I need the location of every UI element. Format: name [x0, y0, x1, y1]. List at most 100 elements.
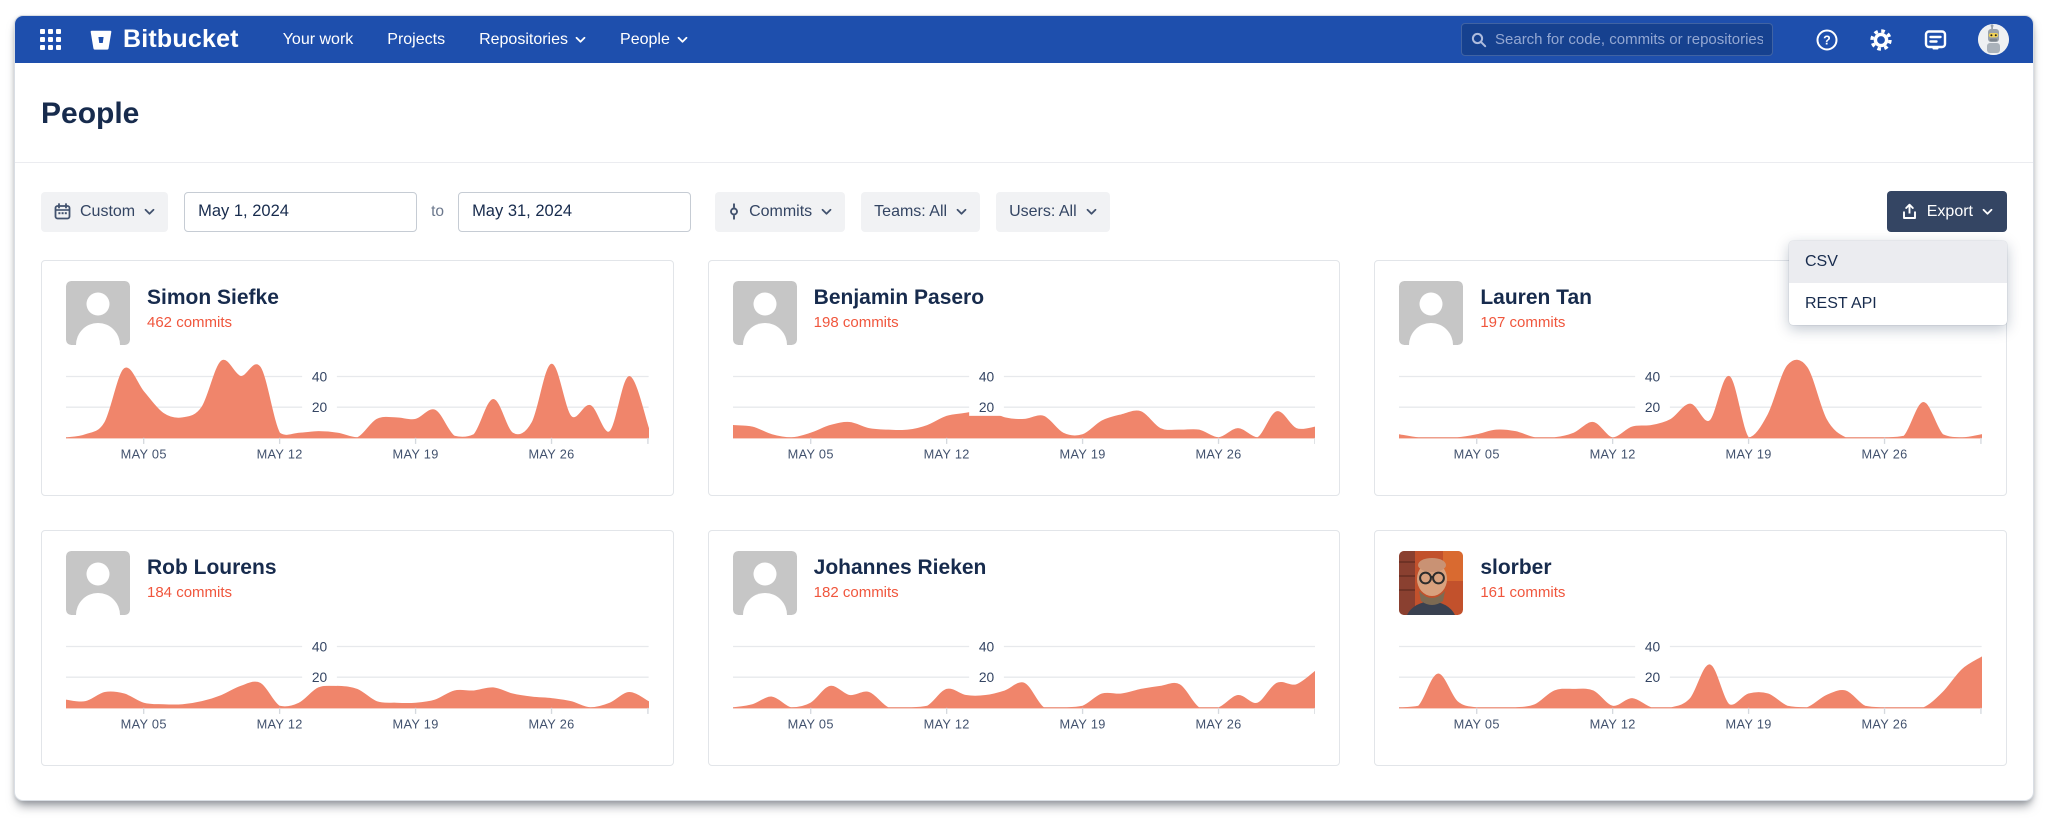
nav-right-cluster: ?	[1461, 23, 2009, 56]
people-cards-grid: Simon Siefke 462 commits 40 20 MAY 05 MAY 1…	[41, 260, 2007, 766]
export-upload-icon	[1901, 203, 1918, 221]
svg-text:MAY 05: MAY 05	[1454, 716, 1500, 731]
person-avatar	[66, 551, 130, 615]
svg-text:MAY 05: MAY 05	[787, 716, 833, 731]
svg-text:MAY 26: MAY 26	[1195, 716, 1241, 731]
person-name: Johannes Rieken	[814, 556, 987, 580]
person-name: Lauren Tan	[1480, 286, 1592, 310]
svg-text:40: 40	[979, 639, 995, 654]
teams-filter-dropdown[interactable]: Teams: All	[861, 192, 980, 232]
person-card-link[interactable]: Rob Lourens 184 commits	[66, 551, 649, 615]
global-search[interactable]	[1461, 23, 1773, 56]
svg-text:40: 40	[979, 369, 995, 384]
user-avatar[interactable]	[1978, 24, 2009, 55]
chevron-down-icon	[956, 208, 967, 216]
svg-text:MAY 12: MAY 12	[923, 446, 969, 461]
svg-text:20: 20	[312, 670, 328, 685]
header-divider	[15, 162, 2033, 163]
person-card-link[interactable]: slorber 161 commits	[1399, 551, 1982, 615]
person-avatar	[1399, 551, 1463, 615]
person-card: Rob Lourens 184 commits 4020MAY 05MAY 12…	[41, 530, 674, 766]
svg-text:40: 40	[1645, 369, 1661, 384]
page-title: People	[41, 97, 2007, 131]
metric-dropdown[interactable]: Commits	[715, 192, 845, 232]
commit-activity-chart: 4020MAY 05MAY 12MAY 19MAY 26	[1399, 624, 1982, 734]
svg-text:MAY 12: MAY 12	[1590, 446, 1636, 461]
bitbucket-bucket-icon	[88, 27, 114, 53]
settings-gear-icon[interactable]	[1869, 28, 1893, 52]
nav-item-people[interactable]: People	[620, 31, 688, 49]
help-icon[interactable]: ?	[1815, 28, 1839, 52]
svg-text:MAY 19: MAY 19	[1059, 446, 1105, 461]
filter-bar: Custom to Commits	[41, 191, 2007, 232]
bitbucket-logo[interactable]: Bitbucket	[88, 25, 239, 54]
export-menu-item-csv[interactable]: CSV	[1789, 241, 2007, 283]
svg-text:20: 20	[1645, 400, 1661, 415]
nav-item-your-work[interactable]: Your work	[283, 31, 354, 49]
svg-text:20: 20	[979, 670, 995, 685]
person-avatar	[1399, 281, 1463, 345]
commit-activity-chart: 4020MAY 05MAY 12MAY 19MAY 26	[66, 354, 649, 464]
person-commit-count: 197 commits	[1480, 314, 1592, 331]
top-nav: Bitbucket Your work Projects Repositorie…	[15, 16, 2033, 63]
nav-item-projects[interactable]: Projects	[387, 31, 445, 49]
person-name: slorber	[1480, 556, 1565, 580]
bitbucket-window: Bitbucket Your work Projects Repositorie…	[14, 15, 2034, 801]
search-input[interactable]	[1495, 31, 1763, 48]
svg-text:MAY 12: MAY 12	[257, 716, 303, 731]
app-switcher-icon[interactable]	[39, 28, 62, 51]
export-menu-item-rest-api[interactable]: REST API	[1789, 283, 2007, 325]
svg-text:MAY 05: MAY 05	[1454, 446, 1500, 461]
person-card-link[interactable]: Simon Siefke 462 commits	[66, 281, 649, 345]
svg-text:?: ?	[1823, 33, 1831, 47]
svg-text:MAY 19: MAY 19	[393, 446, 439, 461]
person-name: Benjamin Pasero	[814, 286, 984, 310]
svg-text:MAY 26: MAY 26	[1862, 446, 1908, 461]
person-card: slorber 161 commits 40 20 MAY 05 MAY 12 MAY …	[1374, 530, 2007, 766]
svg-text:MAY 05: MAY 05	[787, 446, 833, 461]
feedback-icon[interactable]	[1923, 28, 1948, 52]
person-card: Benjamin Pasero 198 commits 40 20 MAY 05 MA…	[708, 260, 1341, 496]
nav-item-repositories[interactable]: Repositories	[479, 31, 586, 49]
chevron-down-icon	[1982, 208, 1993, 216]
person-avatar	[733, 281, 797, 345]
svg-text:MAY 12: MAY 12	[923, 716, 969, 731]
search-icon	[1471, 32, 1487, 48]
person-card: Johannes Rieken 182 commits 40 20 MAY 05 MA…	[708, 530, 1341, 766]
chevron-down-icon	[677, 36, 688, 44]
person-commit-count: 182 commits	[814, 584, 987, 601]
svg-text:MAY 12: MAY 12	[1590, 716, 1636, 731]
brand-name: Bitbucket	[123, 25, 239, 54]
svg-text:20: 20	[1645, 670, 1661, 685]
svg-text:MAY 26: MAY 26	[528, 716, 574, 731]
commit-activity-chart: 4020MAY 05MAY 12MAY 19MAY 26	[66, 624, 649, 734]
svg-text:MAY 26: MAY 26	[528, 446, 574, 461]
commit-activity-chart: 40 20 MAY 05 MAY 12 MAY 19 MAY 26	[733, 624, 1316, 734]
svg-text:40: 40	[1645, 639, 1661, 654]
person-card-link[interactable]: Benjamin Pasero 198 commits	[733, 281, 1316, 345]
svg-text:MAY 19: MAY 19	[1059, 716, 1105, 731]
chevron-down-icon	[821, 208, 832, 216]
svg-text:MAY 19: MAY 19	[393, 716, 439, 731]
commit-icon	[728, 203, 740, 220]
person-card-link[interactable]: Johannes Rieken 182 commits	[733, 551, 1316, 615]
date-range-preset-dropdown[interactable]: Custom	[41, 192, 168, 232]
users-filter-dropdown[interactable]: Users: All	[996, 192, 1110, 232]
svg-text:20: 20	[312, 400, 328, 415]
commit-activity-chart: 40 20 MAY 05 MAY 12 MAY 19 MAY 26	[733, 354, 1316, 464]
svg-text:MAY 26: MAY 26	[1195, 446, 1241, 461]
export-button[interactable]: Export	[1887, 191, 2007, 232]
primary-nav-links: Your work Projects Repositories People	[283, 31, 688, 49]
svg-text:20: 20	[979, 400, 995, 415]
person-card: Simon Siefke 462 commits 4020MAY 05MAY 1…	[41, 260, 674, 496]
person-name: Simon Siefke	[147, 286, 279, 310]
calendar-icon	[54, 203, 71, 220]
date-from-input[interactable]	[184, 192, 417, 232]
svg-text:MAY 19: MAY 19	[1726, 716, 1772, 731]
chevron-down-icon	[575, 36, 586, 44]
date-to-input[interactable]	[458, 192, 691, 232]
svg-text:MAY 05: MAY 05	[121, 716, 167, 731]
person-avatar	[733, 551, 797, 615]
chevron-down-icon	[1086, 208, 1097, 216]
person-avatar	[66, 281, 130, 345]
